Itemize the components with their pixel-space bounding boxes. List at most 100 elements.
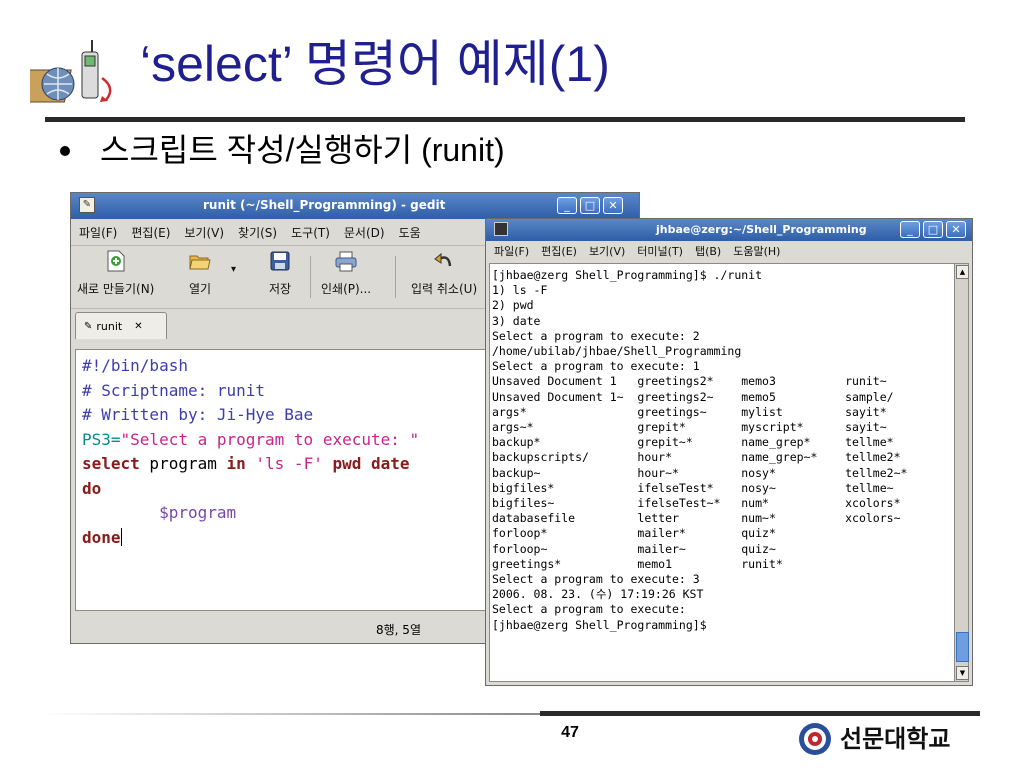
new-document-icon	[107, 250, 125, 272]
terminal-line: [jhbae@zerg Shell_Programming]$	[492, 617, 707, 632]
code-keyword: do	[82, 478, 102, 498]
menu-tabs[interactable]: 탭(B)	[695, 243, 721, 259]
gedit-window-buttons: _ □ ✕	[557, 197, 623, 214]
terminal-title: jhbae@zerg:~/Shell_Programming	[656, 223, 867, 236]
maximize-icon[interactable]: □	[580, 197, 600, 214]
minimize-icon[interactable]: _	[557, 197, 577, 214]
terminal-line: bigfiles* ifelseTest* nosy~ tellme~	[492, 480, 894, 495]
close-icon[interactable]: ✕	[946, 221, 966, 238]
open-button[interactable]: 열기	[189, 250, 211, 297]
menu-edit[interactable]: 편집(E)	[541, 243, 577, 259]
terminal-line: Unsaved Document 1 greetings2* memo3 run…	[492, 374, 887, 389]
terminal-line: backupscripts/ hour* name_grep~* tellme2…	[492, 450, 901, 465]
terminal-line: databasefile letter num~* xcolors~	[492, 511, 901, 526]
menu-file[interactable]: 파일(F)	[79, 224, 117, 241]
bullet-text: 스크립트 작성/실행하기 (runit)	[100, 132, 505, 168]
minimize-icon[interactable]: _	[900, 221, 920, 238]
document-icon: ✎	[84, 320, 93, 332]
terminal-line: backup* grepit~* name_grep* tellme*	[492, 435, 894, 450]
terminal-window-buttons: _ □ ✕	[900, 221, 966, 238]
terminal-line: backup~ hour~* nosy* tellme2~*	[492, 465, 908, 480]
terminal-line: [jhbae@zerg Shell_Programming]$ ./runit	[492, 268, 763, 282]
title-divider	[45, 117, 965, 122]
terminal-line: /home/ubilab/jhbae/Shell_Programming	[492, 344, 742, 359]
tab-close-icon[interactable]: ✕	[134, 321, 142, 332]
terminal-menubar: 파일(F) 편집(E) 보기(V) 터미널(T) 탭(B) 도움말(H)	[486, 241, 972, 261]
terminal-line: forloop* mailer* quiz*	[492, 526, 776, 541]
code-line: # Scriptname: runit	[82, 380, 266, 400]
cursor-position: 8행, 5열	[376, 623, 421, 637]
code-variable: PS3=	[82, 429, 121, 449]
gedit-app-icon: ✎	[79, 197, 95, 213]
code-line: # Written by: Ji-Hye Bae	[82, 405, 314, 424]
gedit-title: runit (~/Shell_Programming) - gedit	[203, 198, 446, 212]
terminal-line: Select a program to execute:	[492, 602, 686, 617]
footer-gradient-rule	[40, 713, 540, 715]
terminal-line: args* greetings~ mylist sayit*	[492, 404, 887, 419]
terminal-line: 3) date	[492, 313, 541, 328]
terminal-line: 2) pwd	[492, 298, 534, 313]
terminal-line: forloop~ mailer~ quiz~	[492, 541, 776, 556]
maximize-icon[interactable]: □	[923, 221, 943, 238]
code-variable: $program	[82, 503, 237, 522]
undo-icon	[434, 252, 452, 267]
menu-documents[interactable]: 문서(D)	[344, 224, 385, 241]
terminal-line: 2006. 08. 23. (수) 17:19:26 KST	[492, 587, 704, 602]
terminal-titlebar[interactable]: jhbae@zerg:~/Shell_Programming _ □ ✕	[486, 219, 972, 241]
code-text: program	[139, 454, 227, 473]
code-keyword: pwd	[332, 454, 362, 473]
print-button[interactable]: 인쇄(P)...	[321, 250, 371, 297]
save-icon	[270, 251, 290, 271]
menu-edit[interactable]: 편집(E)	[131, 224, 170, 241]
terminal-app-icon	[494, 222, 508, 236]
scroll-thumb[interactable]	[956, 632, 969, 662]
menu-help[interactable]: 도움	[399, 224, 421, 241]
university-name: 선문대학교	[840, 725, 951, 753]
folder-icon	[189, 255, 211, 270]
terminal-line: bigfiles~ ifelseTest~* num* xcolors*	[492, 496, 901, 511]
code-keyword: done	[82, 527, 121, 547]
terminal-scrollbar[interactable]: ▲ ▼	[954, 263, 969, 682]
scroll-up-icon[interactable]: ▲	[956, 265, 969, 279]
terminal-line: args~* grepit* myscript* sayit~	[492, 420, 887, 435]
code-keyword: select	[82, 454, 140, 473]
code-string: "Select a program to execute: "	[120, 429, 420, 449]
close-icon[interactable]: ✕	[603, 197, 623, 214]
undo-button[interactable]: 입력 취소(U)	[411, 250, 477, 297]
university-logo-icon	[799, 723, 831, 755]
new-button[interactable]: 새로 만들기(N)	[77, 250, 154, 297]
terminal-window: jhbae@zerg:~/Shell_Programming _ □ ✕ 파일(…	[485, 218, 973, 686]
tab-runit[interactable]: ✎ runit ✕	[75, 312, 167, 339]
menu-help[interactable]: 도움말(H)	[733, 243, 780, 259]
menu-terminal[interactable]: 터미널(T)	[637, 243, 683, 259]
toolbar-separator	[310, 256, 311, 298]
menu-tools[interactable]: 도구(T)	[291, 224, 330, 241]
terminal-line: 1) ls -F	[492, 283, 548, 298]
code-string: 'ls -F'	[245, 454, 333, 473]
chevron-down-icon: ▾	[231, 264, 237, 275]
save-button[interactable]: 저장	[269, 250, 291, 297]
code-keyword: in	[226, 454, 246, 473]
menu-view[interactable]: 보기(V)	[589, 243, 625, 259]
phone-globe-icon	[30, 40, 112, 103]
printer-icon	[335, 251, 357, 272]
gedit-titlebar[interactable]: ✎ runit (~/Shell_Programming) - gedit _ …	[71, 193, 639, 219]
scroll-down-icon[interactable]: ▼	[956, 666, 969, 680]
terminal-line: Select a program to execute: 2	[492, 328, 700, 343]
toolbar-separator	[395, 256, 396, 298]
menu-view[interactable]: 보기(V)	[184, 224, 224, 241]
menu-file[interactable]: 파일(F)	[494, 243, 529, 259]
terminal-line: Select a program to execute: 1	[492, 359, 700, 374]
page-title: ‘select’ 명령어 예제(1)	[140, 36, 610, 92]
menu-search[interactable]: 찾기(S)	[238, 224, 277, 241]
terminal-line: Unsaved Document 1~ greetings2~ memo5 sa…	[492, 389, 894, 404]
open-dropdown-button[interactable]: ▾	[231, 264, 236, 275]
text-cursor	[120, 527, 122, 546]
code-keyword: date	[371, 454, 410, 473]
terminal-line: Select a program to execute: 3	[492, 572, 700, 587]
footer-rule	[540, 711, 980, 716]
bullet-dot	[60, 146, 70, 156]
terminal-output[interactable]: [jhbae@zerg Shell_Programming]$ ./runit 1…	[489, 263, 956, 682]
terminal-line: greetings* memo1 runit*	[492, 556, 783, 571]
